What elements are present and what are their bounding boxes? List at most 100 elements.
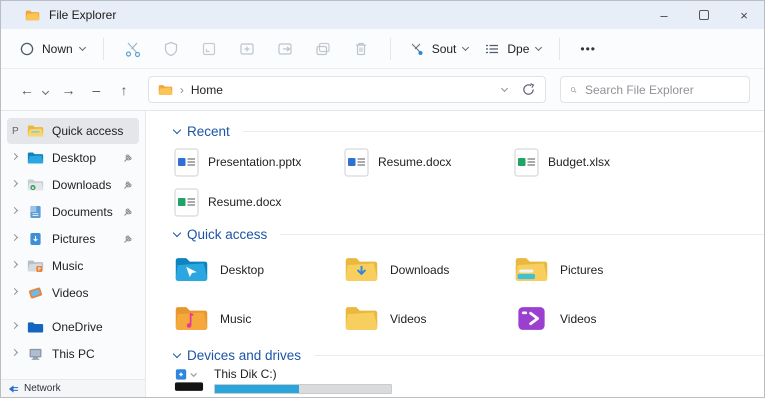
pin-icon[interactable] xyxy=(122,233,134,245)
chevron-right-icon[interactable] xyxy=(10,348,27,357)
close-button[interactable]: × xyxy=(724,1,764,29)
command-toolbar: Nown Sout Dpe ••• xyxy=(1,29,764,69)
sidebar-separator xyxy=(1,307,145,313)
chevron-right-icon[interactable] xyxy=(10,233,27,242)
chevron-down-icon xyxy=(78,43,86,51)
toolbar-divider xyxy=(389,37,391,60)
section-header-quick-access[interactable]: Quick access xyxy=(172,227,764,242)
section-divider xyxy=(314,355,764,356)
forward-button[interactable]: → xyxy=(57,82,81,98)
sidebar-item-label: This PC xyxy=(52,347,95,361)
chevron-right-icon[interactable] xyxy=(10,179,27,188)
section-divider xyxy=(242,131,764,132)
sidebar-footer-label: Network xyxy=(24,383,61,394)
up-button[interactable]: ↑ xyxy=(112,82,136,98)
videos-folder-icon xyxy=(345,307,378,330)
breadcrumb-location[interactable]: Home xyxy=(191,83,223,97)
cut-button[interactable] xyxy=(114,40,152,58)
copy-to-button[interactable] xyxy=(304,40,342,58)
chevron-right-icon[interactable] xyxy=(10,260,27,269)
expander-glyph[interactable]: P xyxy=(12,126,27,137)
file-name: Resume.docx xyxy=(208,195,282,209)
paste-button[interactable] xyxy=(190,40,228,58)
new-button[interactable]: Nown xyxy=(11,35,93,63)
refresh-icon[interactable] xyxy=(521,82,536,97)
file-item[interactable]: Budget.xlsx xyxy=(514,142,684,182)
window-title: File Explorer xyxy=(49,8,117,22)
chevron-right-icon[interactable] xyxy=(10,206,27,215)
section-header-devices[interactable]: Devices and drives xyxy=(172,348,764,363)
pin-icon[interactable] xyxy=(122,152,134,164)
paste-icon xyxy=(202,42,215,55)
search-input[interactable] xyxy=(584,82,740,97)
window-controls: – × xyxy=(644,1,764,29)
view-button[interactable]: Dpe xyxy=(476,35,549,63)
chevron-down-icon xyxy=(462,43,470,51)
sidebar-item-network[interactable]: Network xyxy=(1,379,145,397)
rename-icon xyxy=(240,42,254,55)
sidebar-item-quick-access[interactable]: P Quick access xyxy=(7,118,139,144)
folder-item[interactable]: Music xyxy=(174,294,344,343)
search-container xyxy=(559,76,750,103)
address-input[interactable]: › Home xyxy=(147,76,546,103)
sidebar-item-onedrive[interactable]: OneDrive xyxy=(7,314,139,340)
sidebar-item-label: Desktop xyxy=(52,151,97,165)
folder-item[interactable]: Downloads xyxy=(344,245,514,294)
chevron-down-icon xyxy=(172,349,182,359)
delete-button[interactable] xyxy=(342,40,380,58)
view-icon xyxy=(486,44,499,53)
sidebar-item-pictures[interactable]: Pictures xyxy=(7,226,139,252)
copy-button[interactable] xyxy=(152,40,190,58)
desktop-folder-icon xyxy=(27,151,44,165)
chevron-right-icon[interactable] xyxy=(10,321,27,330)
sidebar-item-documents[interactable]: Documents xyxy=(7,199,139,225)
pin-icon[interactable] xyxy=(122,206,134,218)
drive-usage-fill xyxy=(215,385,300,393)
app-folder-icon xyxy=(25,10,40,20)
folder-name: Pictures xyxy=(560,262,604,277)
drive-item[interactable]: This Dik C:) 3.40 GB free of 455 GB xyxy=(174,367,764,397)
documents-icon xyxy=(27,205,44,219)
folder-item[interactable]: Videos xyxy=(344,294,514,343)
sidebar-item-label: Quick access xyxy=(52,124,124,138)
new-icon xyxy=(20,42,34,55)
sort-button[interactable]: Sout xyxy=(401,35,477,63)
delete-icon xyxy=(355,42,366,55)
quick-access-grid: Desktop Downloads Pictures Music Videos … xyxy=(174,245,764,343)
maximize-button[interactable] xyxy=(684,1,724,29)
folder-name: Videos xyxy=(560,311,597,326)
drive-meta: This Dik C:) 3.40 GB free of 455 GB xyxy=(214,367,392,397)
chevron-right-icon[interactable] xyxy=(10,152,27,161)
file-item[interactable]: Presentation.pptx xyxy=(174,142,344,182)
sidebar-item-videos[interactable]: Videos xyxy=(7,280,139,306)
folder-item[interactable]: Pictures xyxy=(514,245,684,294)
sidebar-item-this-pc[interactable]: This PC xyxy=(7,341,139,367)
section-title: Quick access xyxy=(187,227,268,242)
chevron-right-icon[interactable] xyxy=(10,287,27,296)
file-item[interactable]: Resume.docx xyxy=(174,182,344,222)
file-item[interactable]: Resume.docx xyxy=(344,142,514,182)
copy-icon xyxy=(164,41,177,56)
section-header-recent[interactable]: Recent xyxy=(172,124,764,139)
folder-item[interactable]: Videos xyxy=(514,294,684,343)
section-divider xyxy=(280,234,764,235)
sidebar-item-music[interactable]: Music xyxy=(7,253,139,279)
address-dropdown-icon[interactable] xyxy=(500,84,509,92)
minimize-button[interactable]: – xyxy=(644,1,684,29)
recent-button[interactable]: – xyxy=(84,82,108,98)
see-more-button[interactable]: ••• xyxy=(570,36,606,62)
sidebar-item-desktop[interactable]: Desktop xyxy=(7,145,139,171)
folder-item[interactable]: Desktop xyxy=(174,245,344,294)
sidebar-item-label: Videos xyxy=(52,286,89,300)
sort-button-label: Sout xyxy=(431,41,457,56)
recent-locations-button[interactable] xyxy=(41,83,53,97)
navigation-pane: P Quick access Desktop Downloads Documen… xyxy=(1,111,146,397)
rename-button[interactable] xyxy=(228,40,266,58)
share-button[interactable] xyxy=(266,40,304,58)
sidebar-item-downloads[interactable]: Downloads xyxy=(7,172,139,198)
spreadsheet-file-icon xyxy=(174,188,199,216)
file-name: Presentation.pptx xyxy=(208,155,302,169)
pin-icon[interactable] xyxy=(122,179,134,191)
back-button[interactable]: ← xyxy=(15,82,39,98)
copy-to-icon xyxy=(316,42,330,55)
